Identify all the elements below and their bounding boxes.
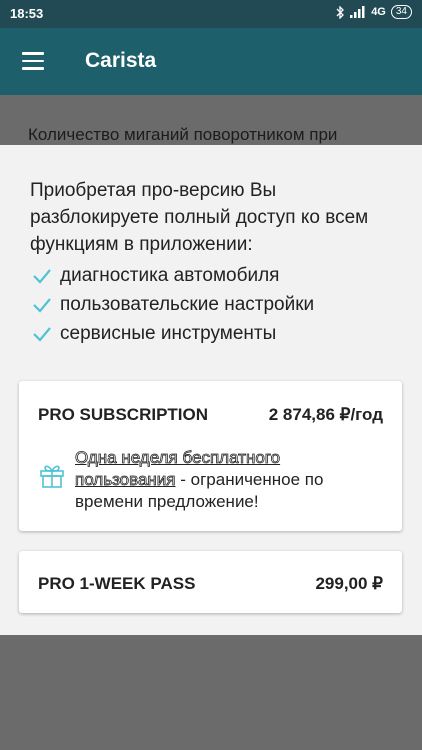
status-time: 18:53 (10, 6, 44, 21)
background-setting-text: Количество миганий поворотником при (28, 125, 338, 144)
plan-name: PRO 1-WEEK PASS (38, 574, 196, 593)
upgrade-intro: Приобретая про-версию Вы разблокируете п… (30, 180, 369, 255)
plan-name: PRO SUBSCRIPTION (38, 405, 209, 424)
plan-price: 299,00 ₽ (315, 574, 383, 593)
pro-week-pass-card[interactable]: PRO 1-WEEK PASS 299,00 ₽ (19, 551, 402, 613)
status-icons: 4G 34 (336, 5, 412, 19)
feature-label: диагностика автомобиля (60, 264, 280, 286)
feature-item: сервисные инструменты (32, 319, 314, 348)
check-icon (33, 297, 51, 313)
signal-icon (350, 6, 365, 18)
status-bar: 18:53 4G 34 (0, 0, 422, 28)
feature-item: пользовательские настройки (32, 290, 314, 319)
app-title: Carista (85, 49, 157, 72)
upgrade-sheet: Приобретая про-версию Вы разблокируете п… (0, 145, 422, 635)
check-icon (33, 268, 51, 284)
bluetooth-icon (336, 5, 345, 19)
app-bar: Carista (0, 28, 422, 95)
feature-label: пользовательские настройки (60, 293, 315, 315)
check-icon (33, 326, 51, 342)
feature-item: диагностика автомобиля (32, 261, 314, 290)
feature-list: диагностика автомобиля пользовательские … (32, 261, 314, 348)
pro-subscription-card[interactable]: PRO SUBSCRIPTION 2 874,86 ₽/год Одна нед… (19, 381, 402, 531)
promo-text: Одна неделя бесплатного пользования - ог… (75, 447, 380, 513)
hamburger-menu-icon[interactable] (22, 52, 44, 70)
feature-label: сервисные инструменты (60, 322, 277, 344)
plan-price: 2 874,86 ₽/год (268, 405, 383, 424)
gift-icon (40, 465, 64, 488)
battery-indicator: 34 (390, 5, 412, 19)
network-type: 4G (371, 6, 386, 18)
